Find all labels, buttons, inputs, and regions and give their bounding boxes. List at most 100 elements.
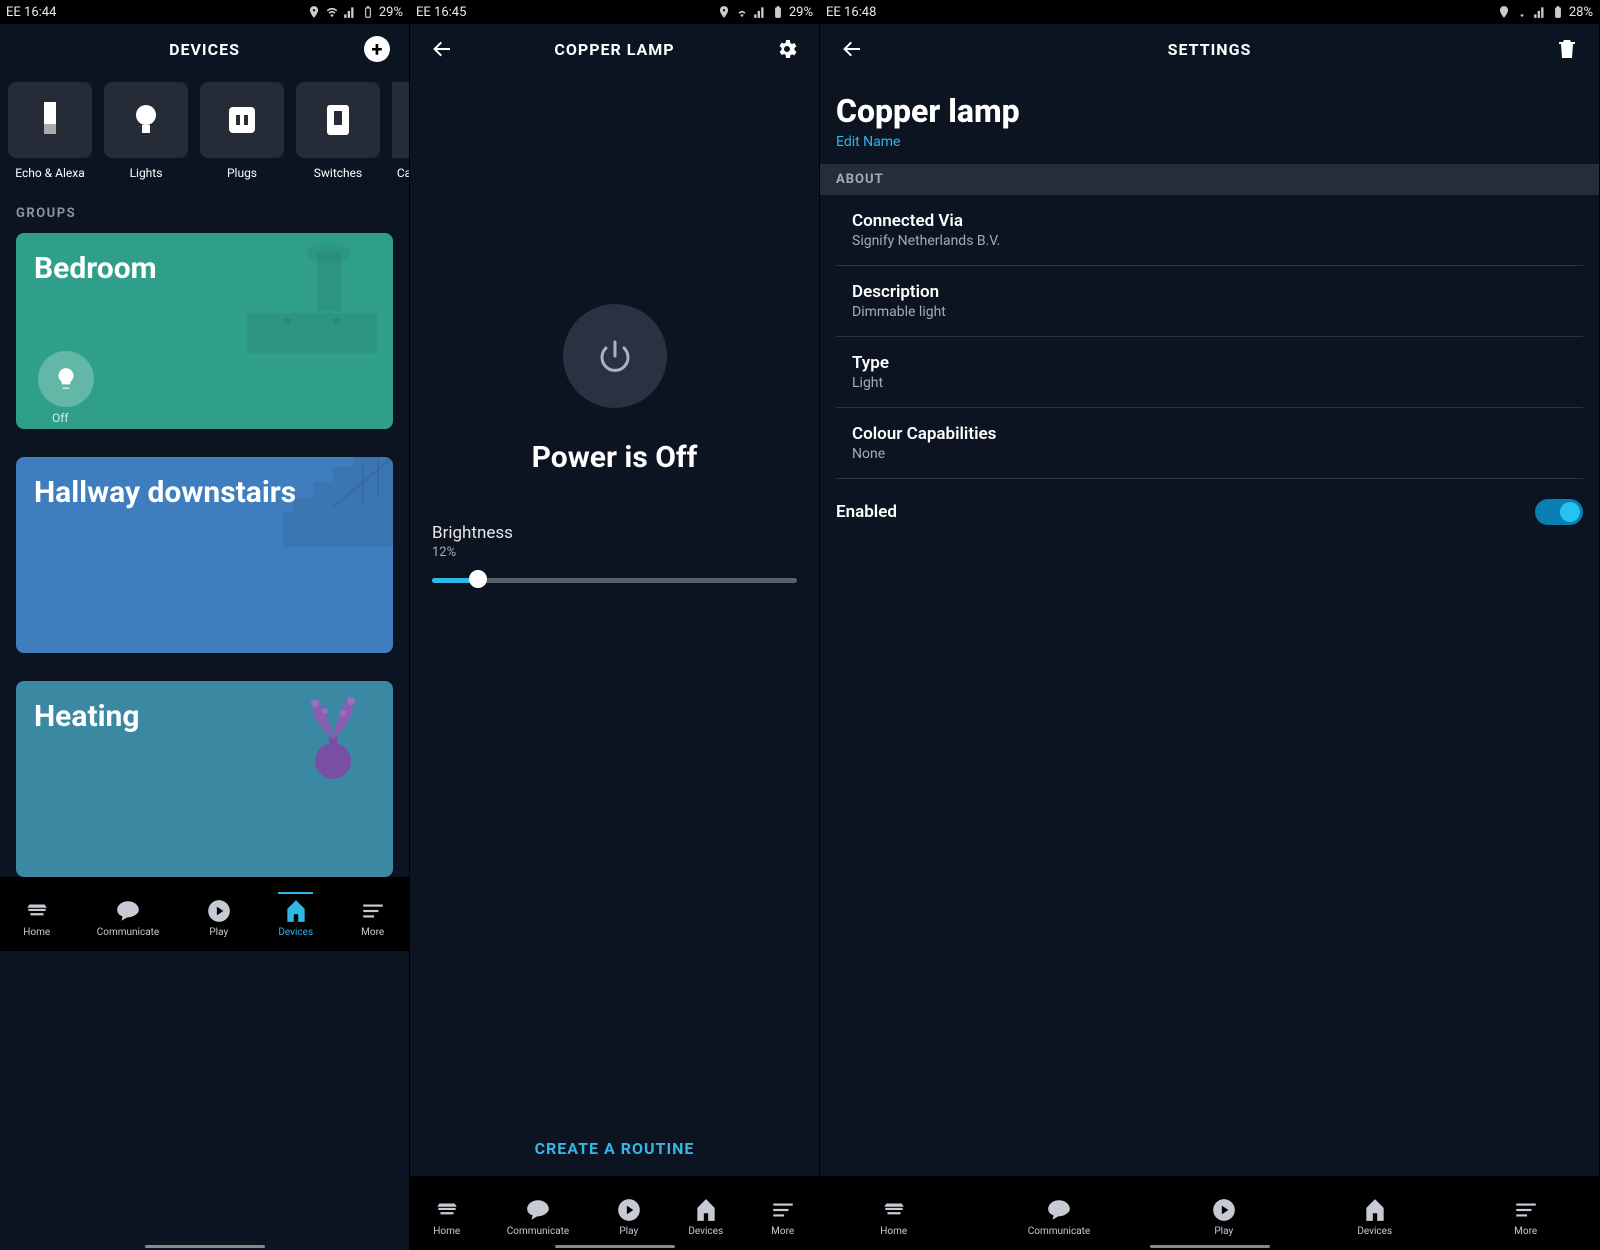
nav-home[interactable]: Home <box>880 1197 907 1237</box>
status-bar: EE 16:45 29% <box>410 0 819 24</box>
slider-thumb[interactable] <box>469 570 487 588</box>
chat-icon <box>1046 1197 1072 1223</box>
create-routine-button[interactable]: CREATE A ROUTINE <box>410 1121 819 1176</box>
category-switches[interactable]: Switches <box>296 82 380 180</box>
brightness-section: Brightness 12% <box>410 523 819 590</box>
nav-communicate[interactable]: Communicate <box>1028 1197 1090 1237</box>
battery-icon <box>361 5 375 19</box>
nav-play[interactable]: Play <box>206 898 232 938</box>
play-icon <box>1211 1197 1237 1223</box>
status-carrier-time: EE 16:44 <box>6 5 56 20</box>
bedroom-light-state: Off <box>52 411 69 425</box>
nav-devices[interactable]: Devices <box>278 892 313 938</box>
edit-name-link[interactable]: Edit Name <box>820 134 1599 164</box>
gesture-bar <box>1150 1245 1270 1248</box>
chat-icon <box>115 898 141 924</box>
category-lights[interactable]: Lights <box>104 82 188 180</box>
nav-home[interactable]: Home <box>23 898 50 938</box>
group-bedroom[interactable]: Bedroom Off <box>16 233 393 429</box>
lamp-controls: Power is Off Brightness 12% <box>410 74 819 1121</box>
devices-icon <box>283 898 309 924</box>
app-bar-lamp: COPPER LAMP <box>410 24 819 74</box>
devices-icon <box>693 1197 719 1223</box>
back-button[interactable] <box>424 31 460 67</box>
power-status-label: Power is Off <box>532 440 698 475</box>
devices-icon <box>1362 1197 1388 1223</box>
gesture-bar <box>555 1245 675 1248</box>
nav-home[interactable]: Home <box>433 1197 460 1237</box>
gesture-bar <box>145 1245 265 1248</box>
info-type[interactable]: Type Light <box>836 337 1583 408</box>
brightness-slider[interactable] <box>432 570 797 590</box>
nav-communicate[interactable]: Communicate <box>97 898 159 938</box>
status-bar: EE 16:44 29% <box>0 0 409 24</box>
nav-play[interactable]: Play <box>616 1197 642 1237</box>
status-right: 28% <box>1497 5 1593 20</box>
back-arrow-icon <box>840 37 864 61</box>
enabled-label: Enabled <box>836 502 897 522</box>
switch-icon <box>325 103 351 137</box>
group-heating[interactable]: Heating <box>16 681 393 877</box>
vase-illustration <box>293 691 373 781</box>
play-icon <box>206 898 232 924</box>
category-plugs[interactable]: Plugs <box>200 82 284 180</box>
status-battery: 29% <box>379 5 403 20</box>
bottom-nav: Home Communicate Play Devices More <box>0 877 409 951</box>
home-icon <box>24 898 50 924</box>
nav-devices[interactable]: Devices <box>688 1197 723 1237</box>
page-title: COPPER LAMP <box>460 40 769 59</box>
info-connected-via[interactable]: Connected Via Signify Netherlands B.V. <box>836 195 1583 266</box>
nav-more[interactable]: More <box>770 1197 796 1237</box>
category-echo[interactable]: Echo & Alexa <box>8 82 92 180</box>
more-icon <box>1513 1197 1539 1223</box>
home-icon <box>881 1197 907 1223</box>
app-bar-settings: SETTINGS <box>820 24 1599 74</box>
signal-icon <box>343 5 357 19</box>
group-hallway[interactable]: Hallway downstairs <box>16 457 393 653</box>
device-name: Copper lamp <box>820 74 1599 134</box>
battery-icon <box>1551 5 1565 19</box>
bedroom-illustration <box>247 241 387 371</box>
nav-communicate[interactable]: Communicate <box>507 1197 569 1237</box>
bottom-nav: Home Communicate Play Devices More <box>410 1176 819 1250</box>
devices-panel: EE 16:44 29% DEVICES + Echo & Alexa Ligh… <box>0 0 410 1250</box>
info-description[interactable]: Description Dimmable light <box>836 266 1583 337</box>
brightness-value: 12% <box>432 545 797 560</box>
power-button[interactable] <box>563 304 667 408</box>
wifi-icon <box>735 5 749 19</box>
gear-icon <box>775 37 799 61</box>
more-icon <box>360 898 386 924</box>
bulb-icon <box>132 103 160 137</box>
battery-icon <box>771 5 785 19</box>
nav-devices[interactable]: Devices <box>1357 1197 1392 1237</box>
signal-icon <box>753 5 767 19</box>
back-arrow-icon <box>430 37 454 61</box>
category-row[interactable]: Echo & Alexa Lights Plugs Switches Ca <box>0 74 409 186</box>
signal-icon <box>1533 5 1547 19</box>
enabled-toggle[interactable] <box>1535 499 1583 525</box>
nav-more[interactable]: More <box>360 898 386 938</box>
delete-button[interactable] <box>1549 31 1585 67</box>
app-bar-devices: DEVICES + <box>0 24 409 74</box>
groups-list: Bedroom Off Hallway downstairs Heating <box>0 233 409 877</box>
bulb-icon <box>53 366 79 392</box>
info-colour[interactable]: Colour Capabilities None <box>836 408 1583 479</box>
plug-icon <box>225 103 259 137</box>
trash-icon <box>1555 37 1579 61</box>
status-carrier-time: EE 16:48 <box>826 5 876 20</box>
echo-icon <box>36 100 64 140</box>
play-icon <box>616 1197 642 1223</box>
settings-button[interactable] <box>769 31 805 67</box>
status-carrier-time: EE 16:45 <box>416 5 466 20</box>
bedroom-light-button[interactable] <box>38 351 94 407</box>
back-button[interactable] <box>834 31 870 67</box>
status-right: 29% <box>307 5 403 20</box>
more-icon <box>770 1197 796 1223</box>
page-title: DEVICES <box>50 40 359 59</box>
location-icon <box>1497 5 1511 19</box>
nav-more[interactable]: More <box>1513 1197 1539 1237</box>
category-cameras-partial[interactable]: Ca <box>392 82 409 180</box>
nav-play[interactable]: Play <box>1211 1197 1237 1237</box>
lamp-panel: EE 16:45 29% COPPER LAMP Power is Off Br… <box>410 0 820 1250</box>
add-device-button[interactable]: + <box>364 36 390 62</box>
